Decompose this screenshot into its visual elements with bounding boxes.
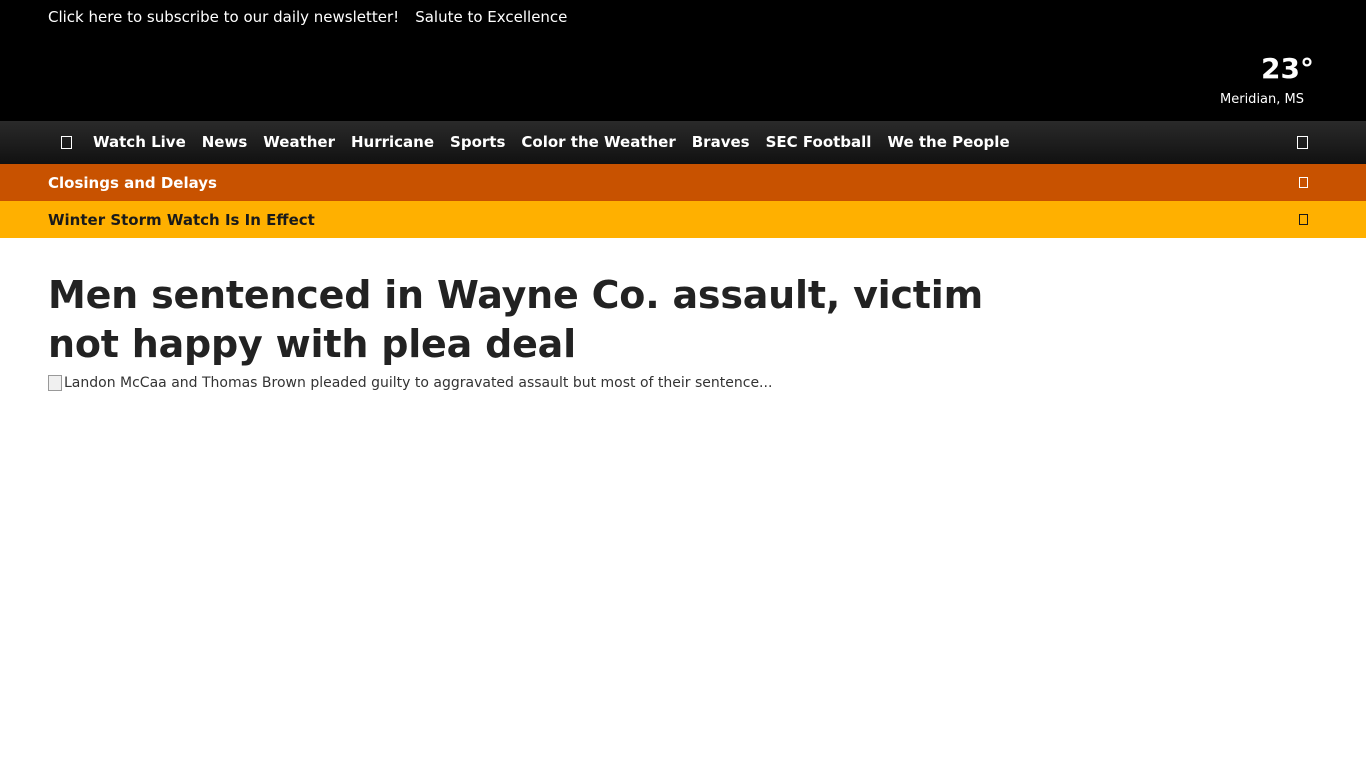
closings-label: Closings and Delays — [48, 173, 217, 192]
storm-alert-label: Winter Storm Watch Is In Effect — [48, 210, 315, 229]
article: Men sentenced in Wayne Co. assault, vict… — [48, 271, 1008, 391]
expand-icon[interactable] — [1299, 177, 1308, 188]
nav-items: Watch Live News Weather Hurricane Sports… — [87, 121, 1018, 164]
weather-temperature: 23° — [1261, 52, 1314, 85]
nav-item-hurricane[interactable]: Hurricane — [343, 121, 442, 164]
menu-icon[interactable] — [61, 136, 72, 149]
weather-location: Meridian, MS — [1220, 92, 1304, 107]
closings-alert-bar[interactable]: Closings and Delays — [0, 164, 1366, 201]
newsletter-link[interactable]: Click here to subscribe to our daily new… — [48, 7, 399, 27]
expand-icon[interactable] — [1299, 214, 1308, 225]
search-icon[interactable] — [1297, 136, 1308, 149]
nav-item-weather[interactable]: Weather — [255, 121, 343, 164]
top-header: Click here to subscribe to our daily new… — [0, 0, 1366, 121]
nav-item-color-the-weather[interactable]: Color the Weather — [513, 121, 683, 164]
main-nav: Watch Live News Weather Hurricane Sports… — [0, 121, 1366, 164]
nav-item-sports[interactable]: Sports — [442, 121, 513, 164]
article-headline: Men sentenced in Wayne Co. assault, vict… — [48, 273, 983, 366]
nav-item-we-the-people[interactable]: We the People — [879, 121, 1017, 164]
top-links: Click here to subscribe to our daily new… — [48, 7, 567, 27]
salute-to-excellence-link[interactable]: Salute to Excellence — [415, 7, 567, 27]
article-image-alt-text: Landon McCaa and Thomas Brown pleaded gu… — [64, 375, 773, 391]
article-image[interactable]: Landon McCaa and Thomas Brown pleaded gu… — [48, 375, 1008, 391]
weather-widget[interactable]: 23° Meridian, MS — [1178, 50, 1318, 112]
broken-image-icon — [48, 375, 62, 391]
nav-item-sec-football[interactable]: SEC Football — [758, 121, 880, 164]
nav-item-news[interactable]: News — [194, 121, 256, 164]
storm-alert-bar[interactable]: Winter Storm Watch Is In Effect — [0, 201, 1366, 238]
nav-item-watch-live[interactable]: Watch Live — [87, 121, 194, 164]
nav-item-braves[interactable]: Braves — [684, 121, 758, 164]
